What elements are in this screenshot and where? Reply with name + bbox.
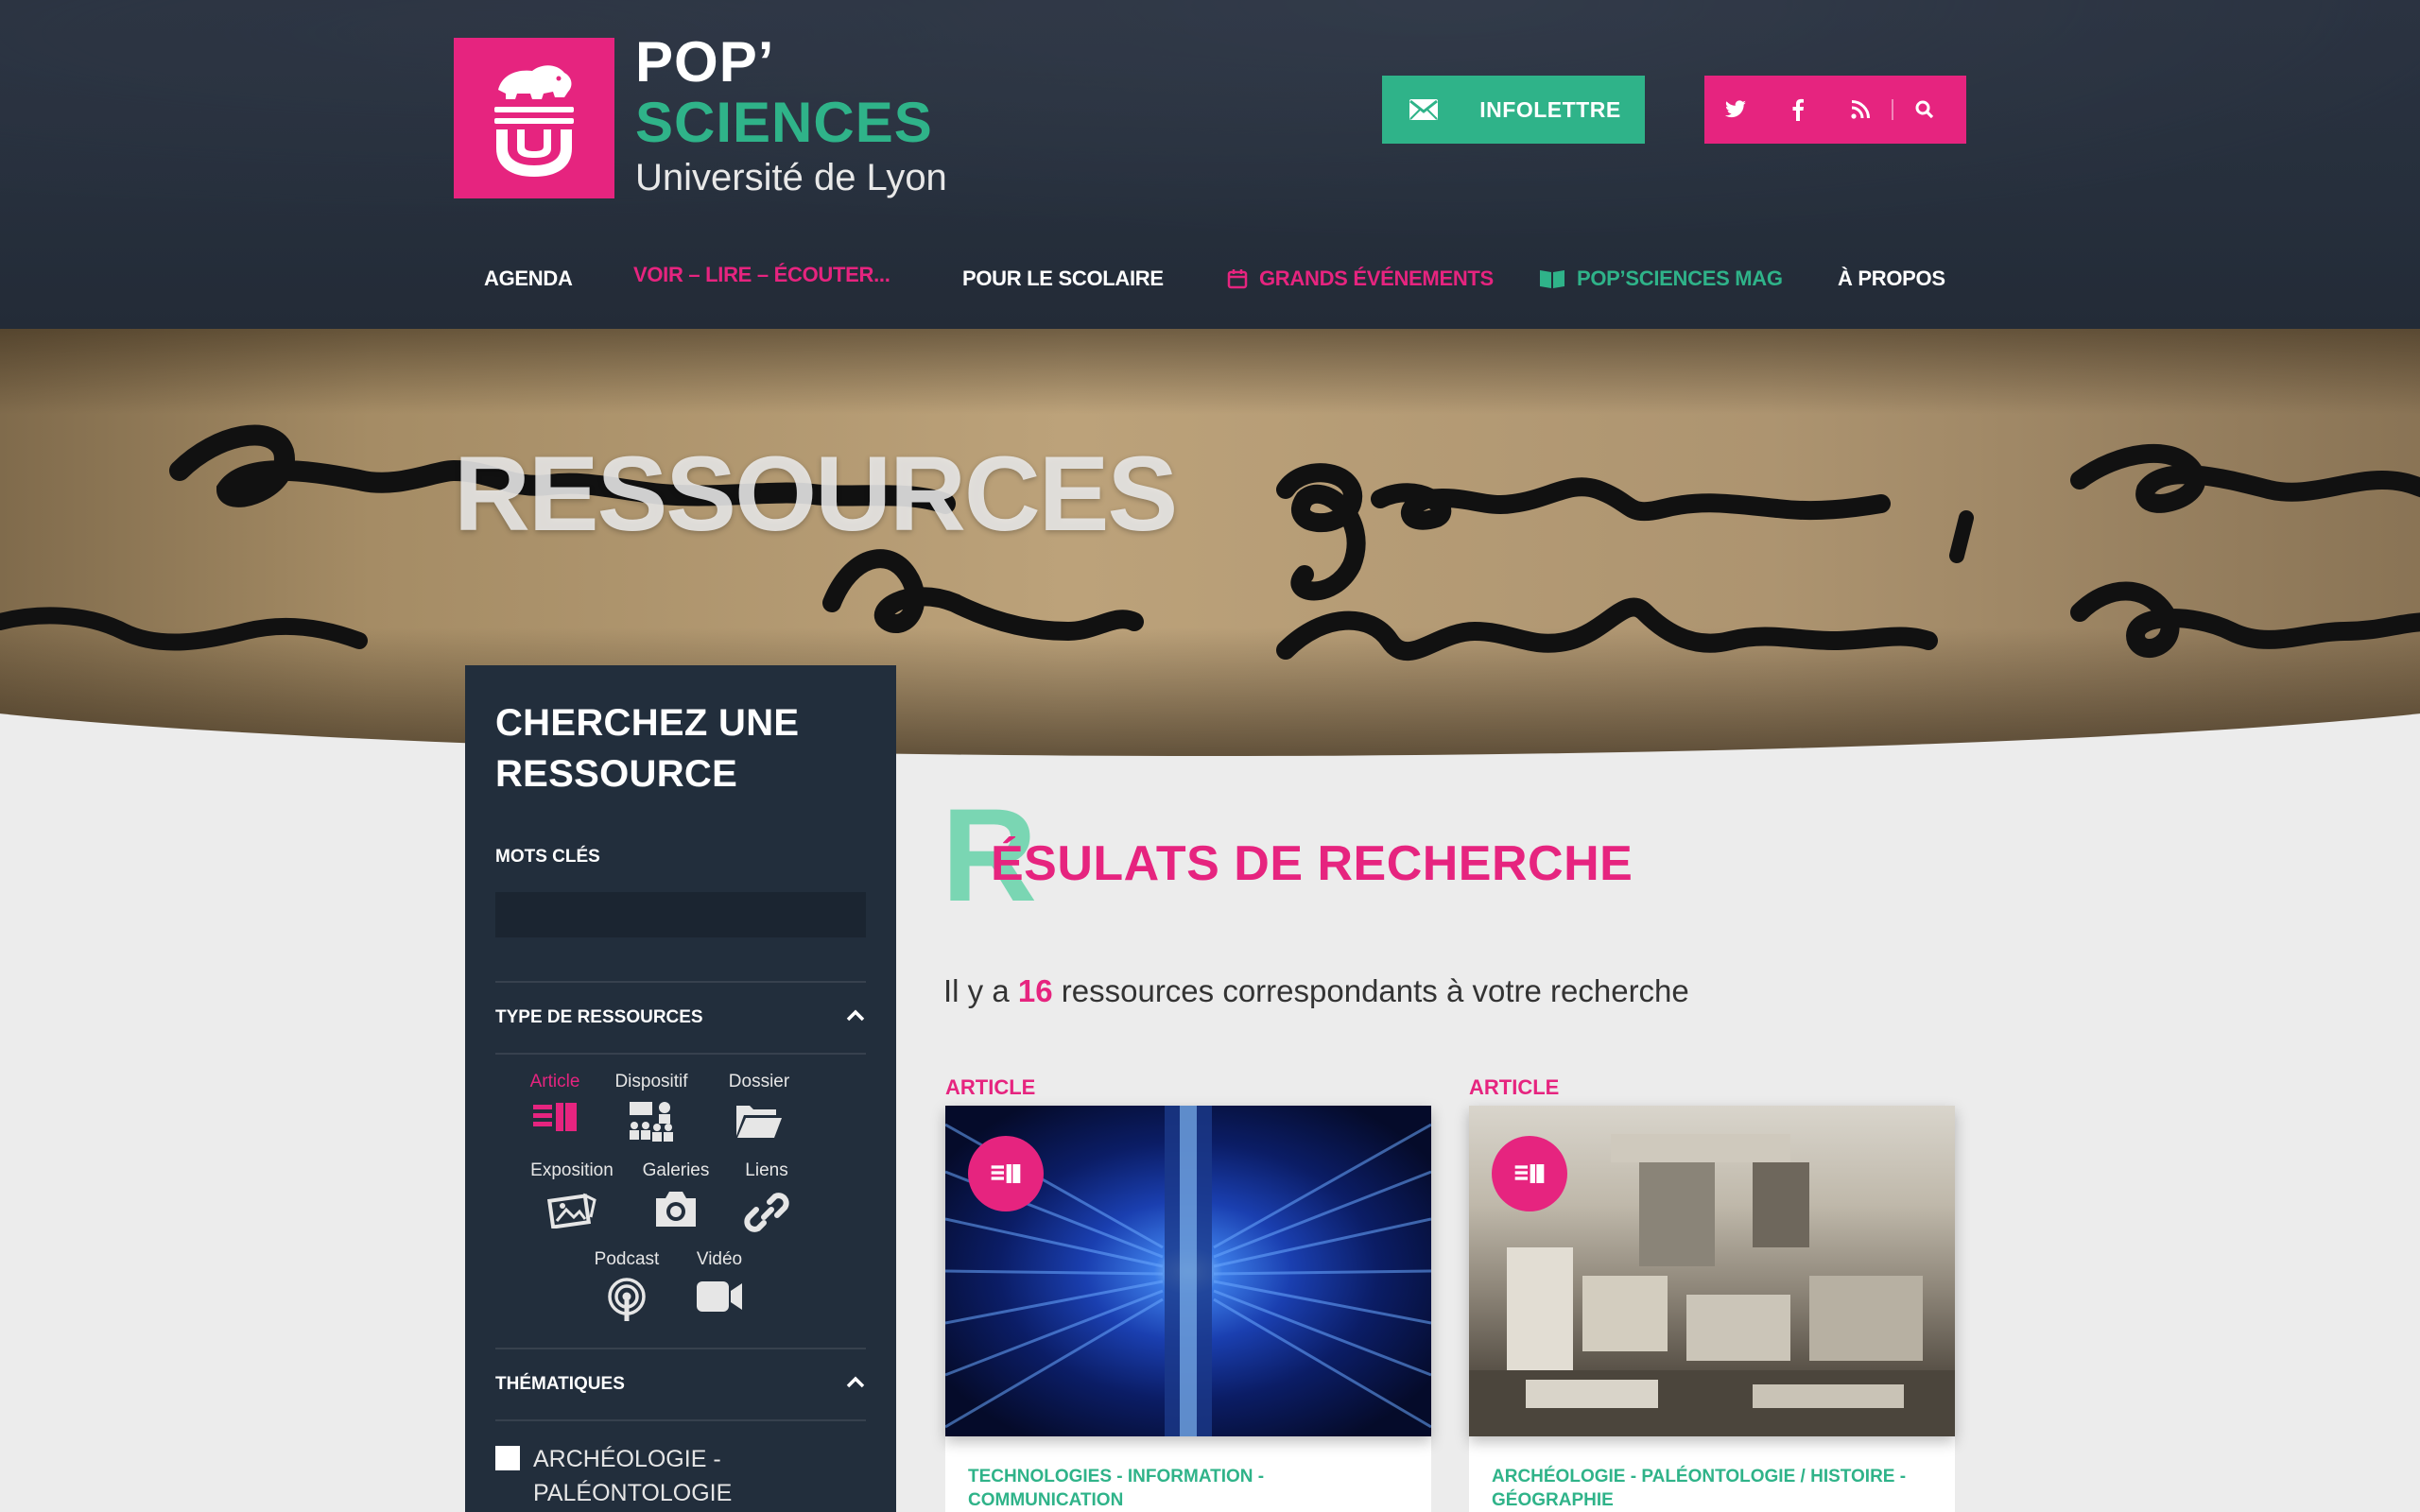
type-dispositif[interactable]: Dispositif bbox=[599, 1072, 703, 1143]
sidebar-divider bbox=[495, 1419, 866, 1421]
twitter-icon[interactable] bbox=[1704, 76, 1767, 144]
nav-grands-evenements-label: GRANDS ÉVÉNEMENTS bbox=[1259, 266, 1494, 290]
sidebar-title: CHERCHEZ UNE RESSOURCE bbox=[495, 702, 800, 795]
exposition-icon bbox=[547, 1193, 596, 1228]
results-count-suffix: ressources correspondants à votre recher… bbox=[1061, 973, 1689, 1008]
type-article[interactable]: Article bbox=[503, 1072, 607, 1134]
nav-pop-sciences-mag[interactable]: POP’SCIENCES MAG bbox=[1539, 266, 1783, 295]
type-video[interactable]: Vidéo bbox=[667, 1249, 771, 1315]
type-dossier[interactable]: Dossier bbox=[707, 1072, 811, 1140]
theme-checkbox-archeologie[interactable]: ARCHÉOLOGIE - PALÉONTOLOGIE bbox=[495, 1442, 866, 1510]
article-badge-icon bbox=[968, 1136, 1044, 1211]
handwriting-decoration bbox=[0, 424, 2420, 662]
chevron-up-icon bbox=[845, 1009, 866, 1027]
type-dossier-label: Dossier bbox=[728, 1072, 790, 1091]
nav-a-propos[interactable]: À PROPOS bbox=[1838, 266, 1945, 291]
resource-type-grid: Article Dispositif Dossier Exposition Ga… bbox=[495, 1055, 866, 1348]
checkbox[interactable] bbox=[495, 1446, 520, 1470]
card-tag[interactable]: TECHNOLOGIES - INFORMATION - COMMUNICATI… bbox=[945, 1436, 1431, 1512]
type-liens-label: Liens bbox=[745, 1160, 788, 1180]
type-article-label: Article bbox=[529, 1072, 580, 1091]
logo-line-sciences: SCIENCES bbox=[635, 91, 933, 154]
results-title: ÉSULATS DE RECHERCHE bbox=[991, 836, 1634, 891]
logo-wordmark[interactable]: POP’ SCIENCES Université de Lyon bbox=[635, 32, 947, 202]
main-nav: AGENDA VOIR – LIRE – ÉCOUTER... POUR LE … bbox=[0, 263, 2420, 304]
search-sidebar: CHERCHEZ UNE RESSOURCE MOTS CLÉS TYPE DE… bbox=[465, 665, 896, 1512]
nav-grands-evenements[interactable]: GRANDS ÉVÉNEMENTS bbox=[1227, 266, 1494, 295]
facebook-icon[interactable] bbox=[1767, 76, 1829, 144]
article-icon bbox=[533, 1103, 577, 1131]
theme-section-title: THÉMATIQUES bbox=[495, 1374, 625, 1394]
nav-pop-sciences-mag-label: POP’SCIENCES MAG bbox=[1577, 266, 1783, 290]
folder-open-icon bbox=[736, 1106, 782, 1138]
result-card[interactable]: ARTICLE ARCHÉOLOGIE - PALÉONTOLOGIE / HI… bbox=[1469, 1075, 1955, 1512]
results-count: Il y a 16 ressources correspondants à vo… bbox=[943, 973, 1689, 1009]
type-liens[interactable]: Liens bbox=[715, 1160, 819, 1236]
podcast-icon bbox=[608, 1278, 646, 1321]
logo-mark[interactable] bbox=[454, 38, 614, 198]
nav-pour-le-scolaire[interactable]: POUR LE SCOLAIRE bbox=[962, 266, 1164, 291]
dispositif-icon bbox=[630, 1102, 673, 1142]
card-category[interactable]: ARTICLE bbox=[1469, 1075, 1955, 1106]
type-exposition[interactable]: Exposition bbox=[520, 1160, 624, 1228]
type-podcast[interactable]: Podcast bbox=[575, 1249, 679, 1323]
site-header: POP’ SCIENCES Université de Lyon INFOLET… bbox=[0, 0, 2420, 329]
nav-agenda[interactable]: AGENDA bbox=[484, 266, 573, 291]
envelope-icon bbox=[1382, 98, 1465, 121]
lion-shield-icon bbox=[494, 65, 574, 177]
theme-section-toggle[interactable]: THÉMATIQUES bbox=[495, 1349, 866, 1419]
type-video-label: Vidéo bbox=[696, 1249, 743, 1269]
card-category[interactable]: ARTICLE bbox=[945, 1075, 1431, 1106]
page-title: RESSOURCES bbox=[454, 435, 1178, 553]
type-section-title: TYPE DE RESSOURCES bbox=[495, 1007, 703, 1027]
card-image[interactable] bbox=[1469, 1106, 1955, 1436]
link-icon bbox=[744, 1193, 789, 1232]
book-open-icon bbox=[1539, 268, 1565, 295]
type-podcast-label: Podcast bbox=[594, 1249, 660, 1269]
newsletter-label: INFOLETTRE bbox=[1479, 96, 1621, 122]
video-camera-icon bbox=[697, 1281, 742, 1312]
rss-icon[interactable] bbox=[1829, 76, 1892, 144]
chevron-up-icon bbox=[845, 1376, 866, 1394]
nav-voir-lire-ecouter[interactable]: VOIR – LIRE – ÉCOUTER... bbox=[633, 263, 890, 287]
keywords-input[interactable] bbox=[495, 892, 866, 937]
type-galeries-label: Galeries bbox=[642, 1160, 710, 1180]
results-count-number: 16 bbox=[1017, 973, 1053, 1008]
results-count-prefix: Il y a bbox=[943, 973, 1010, 1008]
social-bar bbox=[1704, 76, 1966, 144]
hero-banner: RESSOURCES bbox=[0, 329, 2420, 756]
newsletter-button[interactable]: INFOLETTRE bbox=[1382, 76, 1645, 144]
type-section-toggle[interactable]: TYPE DE RESSOURCES bbox=[495, 983, 866, 1053]
search-icon[interactable] bbox=[1893, 76, 1956, 144]
article-badge-icon bbox=[1492, 1136, 1567, 1211]
card-tag[interactable]: ARCHÉOLOGIE - PALÉONTOLOGIE / HISTOIRE -… bbox=[1469, 1436, 1955, 1512]
card-image[interactable] bbox=[945, 1106, 1431, 1436]
result-card[interactable]: ARTICLE TECHNOLOGIES - INFORMATION - COM… bbox=[945, 1075, 1431, 1512]
type-exposition-label: Exposition bbox=[530, 1160, 614, 1180]
logo-line-pop: POP’ bbox=[635, 30, 775, 94]
theme-label: ARCHÉOLOGIE - PALÉONTOLOGIE bbox=[533, 1446, 733, 1506]
keywords-label: MOTS CLÉS bbox=[495, 847, 600, 867]
calendar-icon bbox=[1227, 268, 1248, 295]
logo-line-universite: Université de Lyon bbox=[635, 157, 947, 198]
type-galeries[interactable]: Galeries bbox=[624, 1160, 728, 1228]
type-dispositif-label: Dispositif bbox=[614, 1072, 688, 1091]
camera-icon bbox=[656, 1192, 696, 1227]
